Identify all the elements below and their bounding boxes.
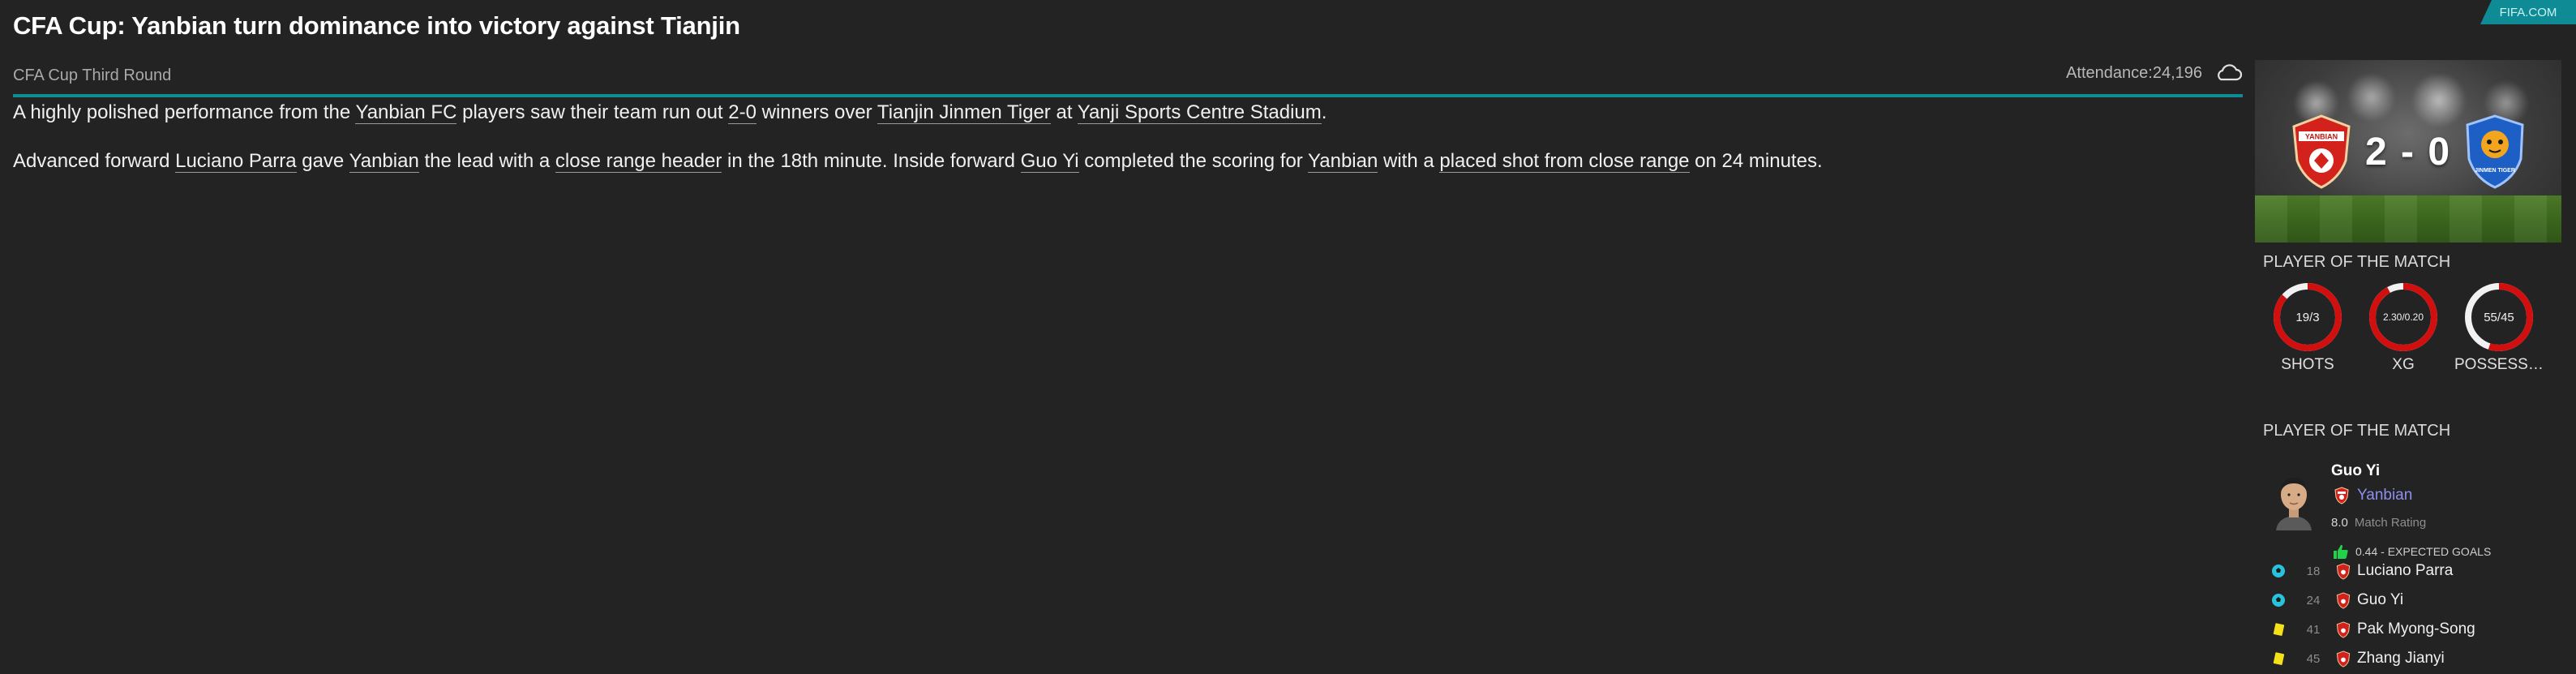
match-summary-panel: YANBIAN 2 - 0 JINMEN TIGER PLAYER OF THE… <box>2255 60 2561 674</box>
yanbian-crest-icon[interactable]: YANBIAN <box>2289 114 2354 190</box>
source-tag[interactable]: FIFA.COM <box>2480 0 2576 24</box>
event-minute: 45 <box>2306 651 2321 666</box>
match-stats: 19/3 SHOTS 2.30/0.20 XG 55/45 POSSESSI..… <box>2263 281 2561 378</box>
event-minute: 18 <box>2306 564 2321 578</box>
yanbian-crest-icon <box>2336 620 2351 638</box>
rating-label: Match Rating <box>2354 516 2427 530</box>
potm-club[interactable]: Yanbian <box>2334 487 2412 504</box>
event-player[interactable]: Luciano Parra <box>2357 562 2453 580</box>
yanbian-crest-icon <box>2334 487 2349 504</box>
possession-value: 55/45 <box>2484 311 2514 324</box>
team-link-yanbian-2[interactable]: Yanbian <box>1308 150 1378 173</box>
team-link-yanbian-fc[interactable]: Yanbian FC <box>355 101 457 124</box>
p2-text-4: in the 18th minute. Inside forward <box>722 150 1021 172</box>
event-row[interactable]: 41 Pak Myong-Song <box>2271 615 2555 644</box>
yellow-card-icon <box>2273 652 2285 665</box>
player-link-luciano-parra[interactable]: Luciano Parra <box>175 150 297 173</box>
p1-text-4: at <box>1050 101 1078 123</box>
yanbian-crest-icon <box>2336 562 2351 580</box>
attendance-info: Attendance:24,196 <box>2066 63 2243 83</box>
report-subheader: CFA Cup Third Round Attendance:24,196 <box>13 62 2243 97</box>
attendance-value: 24,196 <box>2152 63 2202 82</box>
ball-icon <box>2272 594 2285 607</box>
shots-ring-chart: 19/3 <box>2274 283 2342 351</box>
player-photo[interactable] <box>2271 470 2317 530</box>
stat-possession[interactable]: 55/45 POSSESSI... <box>2454 281 2544 374</box>
pitch-backdrop <box>2255 195 2561 243</box>
match-events: 18 Luciano Parra 24 Guo Yi 41 Pak Myong-… <box>2271 556 2555 673</box>
stadium-link[interactable]: Yanji Sports Centre Stadium <box>1077 101 1322 124</box>
match-report-page: CFA Cup: Yanbian turn dominance into vic… <box>0 0 2576 674</box>
tianjin-crest-icon[interactable]: JINMEN TIGER <box>2462 114 2527 190</box>
xg-label: XG <box>2392 356 2415 373</box>
home-crest-text: YANBIAN <box>2305 133 2338 141</box>
p2-text-6: with a <box>1378 150 1440 172</box>
event-player[interactable]: Pak Myong-Song <box>2357 620 2475 638</box>
article-body: A highly polished performance from the Y… <box>13 101 2243 198</box>
article-paragraph-2: Advanced forward Luciano Parra gave Yanb… <box>13 149 2243 174</box>
p2-text-2: gave <box>296 150 349 172</box>
shots-label: SHOTS <box>2281 356 2334 373</box>
p2-text-3: the lead with a <box>418 150 555 172</box>
stat-xg[interactable]: 2.30/0.20 XG <box>2359 281 2448 374</box>
event-row[interactable]: 24 Guo Yi <box>2271 586 2555 615</box>
attendance-text: Attendance:24,196 <box>2066 64 2202 83</box>
event-row[interactable]: 45 Zhang Jianyi <box>2271 644 2555 673</box>
rating-value: 8.0 <box>2331 516 2348 530</box>
result-link[interactable]: 2-0 <box>728 101 757 124</box>
p1-text-1: A highly polished performance from the <box>13 101 356 123</box>
yellow-card-icon <box>2273 623 2285 636</box>
p2-text-5: completed the scoring for <box>1078 150 1309 172</box>
match-score: 2 - 0 <box>2364 131 2452 174</box>
team-link-yanbian[interactable]: Yanbian <box>349 150 419 173</box>
xg-ring-chart: 2.30/0.20 <box>2369 283 2437 351</box>
potm-club-name[interactable]: Yanbian <box>2357 487 2412 504</box>
p1-text-5: . <box>1321 101 1327 123</box>
event-minute: 24 <box>2306 593 2321 607</box>
p2-text-7: on 24 minutes. <box>1689 150 1823 172</box>
p1-text-3: winners over <box>756 101 877 123</box>
player-link-guo-yi[interactable]: Guo Yi <box>1020 150 1079 173</box>
attendance-label: Attendance: <box>2066 63 2153 82</box>
scoreboard[interactable]: YANBIAN 2 - 0 JINMEN TIGER <box>2255 60 2561 243</box>
possession-label: POSSESSI... <box>2454 356 2544 373</box>
ball-icon <box>2272 565 2285 577</box>
yanbian-crest-icon <box>2336 650 2351 668</box>
event-player[interactable]: Guo Yi <box>2357 591 2403 609</box>
xg-value: 2.30/0.20 <box>2383 311 2424 323</box>
cloud-icon <box>2218 64 2243 81</box>
potm-rating: 8.0 Match Rating <box>2331 516 2426 530</box>
goal-link-placed-shot[interactable]: placed shot from close range <box>1439 150 1690 173</box>
event-player[interactable]: Zhang Jianyi <box>2357 650 2445 668</box>
goal-link-header[interactable]: close range header <box>555 150 722 173</box>
p1-text-2: players saw their team run out <box>456 101 729 123</box>
event-row[interactable]: 18 Luciano Parra <box>2271 556 2555 586</box>
page-title: CFA Cup: Yanbian turn dominance into vic… <box>13 11 740 40</box>
potm-title: PLAYER OF THE MATCH <box>2263 422 2451 440</box>
stat-shots[interactable]: 19/3 SHOTS <box>2263 281 2352 374</box>
stats-section-title: PLAYER OF THE MATCH <box>2263 253 2451 271</box>
event-minute: 41 <box>2306 622 2321 637</box>
shots-value: 19/3 <box>2295 311 2319 324</box>
team-link-tianjin[interactable]: Tianjin Jinmen Tiger <box>877 101 1051 124</box>
yanbian-crest-icon <box>2336 591 2351 609</box>
article-paragraph-1: A highly polished performance from the Y… <box>13 101 2243 125</box>
potm-player-name[interactable]: Guo Yi <box>2331 462 2380 480</box>
away-crest-text: JINMEN TIGER <box>2475 168 2515 174</box>
p2-text-1: Advanced forward <box>13 150 176 172</box>
competition-link[interactable]: CFA Cup Third Round <box>13 67 171 85</box>
possession-ring-chart: 55/45 <box>2465 283 2533 351</box>
